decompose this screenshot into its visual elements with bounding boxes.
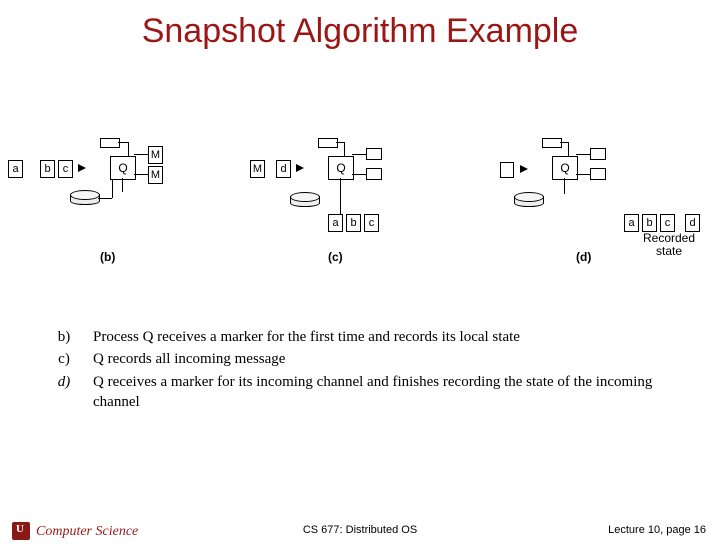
step-b-label: b): [35, 327, 93, 347]
storage-icon-d: [514, 192, 542, 210]
box-d-c: d: [276, 160, 291, 178]
marker-m-c: M: [250, 160, 265, 178]
step-b-text: Process Q receives a marker for the firs…: [93, 327, 520, 347]
state-c-d: c: [660, 214, 675, 232]
in-queue-b: [100, 138, 120, 148]
in-queue-d: [542, 138, 562, 148]
footer: U Computer Science CS 677: Distributed O…: [0, 514, 720, 540]
step-c-row: c) Q records all incoming message: [35, 349, 695, 369]
empty-box-d: [500, 162, 514, 178]
state-a-d: a: [624, 214, 639, 232]
step-d-label: d): [35, 372, 93, 413]
in-queue-c: [318, 138, 338, 148]
out-queue-d1: [590, 148, 606, 160]
footer-right: Lecture 10, page 16: [608, 524, 706, 536]
storage-icon-b: [70, 190, 98, 208]
state-b-d: b: [642, 214, 657, 232]
caption-d: (d): [576, 250, 591, 264]
box-b: b: [40, 160, 55, 178]
caption-c: (c): [328, 250, 343, 264]
process-q-b: Q: [110, 156, 136, 180]
subfig-b: a b c Q M M (b): [0, 132, 222, 292]
out-queue-c2: [366, 168, 382, 180]
slide-title: Snapshot Algorithm Example: [0, 12, 720, 51]
process-q-c: Q: [328, 156, 354, 180]
box-a: a: [8, 160, 23, 178]
subfig-c: M d Q a b c (c): [232, 132, 454, 292]
box-c: c: [58, 160, 73, 178]
recorded-state-label: Recorded state: [634, 232, 704, 258]
out-queue-d2: [590, 168, 606, 180]
subfig-d: Q a b c d Recorded state (d): [464, 132, 720, 292]
step-c-label: c): [35, 349, 93, 369]
step-d-row: d) Q receives a marker for its incoming …: [35, 372, 695, 413]
arrow-icon: [296, 164, 304, 172]
out-queue-c1: [366, 148, 382, 160]
marker-m-b2: M: [148, 166, 163, 184]
state-b-c: b: [346, 214, 361, 232]
diagram-area: a b c Q M M (b) M d Q a b c (c): [0, 132, 720, 292]
process-q-d: Q: [552, 156, 578, 180]
arrow-icon: [78, 164, 86, 172]
caption-b: (b): [100, 250, 115, 264]
step-d-text: Q receives a marker for its incoming cha…: [93, 372, 695, 413]
arrow-icon: [520, 165, 528, 173]
marker-m-b1: M: [148, 146, 163, 164]
storage-icon-c: [290, 192, 318, 210]
state-c-c: c: [364, 214, 379, 232]
step-c-text: Q records all incoming message: [93, 349, 285, 369]
step-b-row: b) Process Q receives a marker for the f…: [35, 327, 695, 347]
state-a-c: a: [328, 214, 343, 232]
state-d-d: d: [685, 214, 700, 232]
step-descriptions: b) Process Q receives a marker for the f…: [35, 327, 695, 414]
